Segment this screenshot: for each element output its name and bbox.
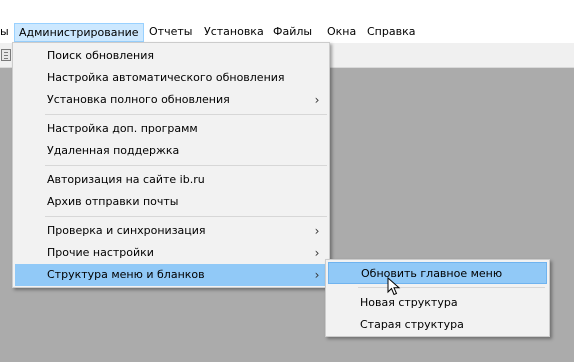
menu-windows[interactable]: Окна <box>323 23 360 42</box>
menu-item-extra-programs-settings[interactable]: Настройка доп. программ <box>15 118 327 140</box>
menu-item-label: Обновить главное меню <box>361 267 503 280</box>
menu-item-full-update-install[interactable]: Установка полного обновления › <box>15 89 327 111</box>
menu-item-label: Структура меню и бланков <box>47 268 205 281</box>
chevron-right-icon: › <box>314 268 320 282</box>
menu-help[interactable]: Справка <box>363 23 419 42</box>
menu-view[interactable]: ы <box>0 23 13 42</box>
menu-item-auto-update-settings[interactable]: Настройка автоматического обновления <box>15 67 327 89</box>
menu-install[interactable]: Установка <box>200 23 268 42</box>
menu-item-new-structure[interactable]: Новая структура <box>328 292 547 314</box>
menu-item-label: Старая структура <box>360 318 464 331</box>
list-icon[interactable] <box>1 49 11 61</box>
menu-item-check-sync[interactable]: Проверка и синхронизация › <box>15 220 327 242</box>
menu-item-label: Настройка доп. программ <box>47 122 198 135</box>
chevron-right-icon: › <box>314 93 320 107</box>
menu-files[interactable]: Файлы <box>269 23 316 42</box>
mouse-pointer-icon <box>387 277 401 296</box>
menu-administration[interactable]: Администрирование <box>14 23 144 42</box>
menu-item-label: Настройка автоматического обновления <box>47 71 285 84</box>
menu-item-refresh-main-menu[interactable]: Обновить главное меню <box>328 262 547 284</box>
menu-item-mail-archive[interactable]: Архив отправки почты <box>15 191 327 213</box>
menu-item-remote-support[interactable]: Удаленная поддержка <box>15 140 327 162</box>
menu-separator <box>45 216 327 217</box>
menu-item-old-structure[interactable]: Старая структура <box>328 314 547 336</box>
chevron-right-icon: › <box>314 224 320 238</box>
menu-item-label: Проверка и синхронизация <box>47 224 206 237</box>
menu-item-label: Авторизация на сайте ib.ru <box>47 173 205 186</box>
menu-item-label: Поиск обновления <box>47 49 155 62</box>
menu-item-menu-structure[interactable]: Структура меню и бланков › <box>15 264 327 286</box>
menu-item-label: Прочие настройки <box>47 246 154 259</box>
menu-bar: ы Администрирование Отчеты Установка Фай… <box>0 0 574 43</box>
menu-structure-submenu: Обновить главное меню Новая структура Ст… <box>325 259 550 337</box>
administration-menu: Поиск обновления Настройка автоматическо… <box>12 42 330 288</box>
menu-reports[interactable]: Отчеты <box>145 23 196 42</box>
chevron-right-icon: › <box>314 246 320 260</box>
menu-item-site-authorization[interactable]: Авторизация на сайте ib.ru <box>15 169 327 191</box>
menu-item-search-updates[interactable]: Поиск обновления <box>15 45 327 67</box>
menu-item-label: Новая структура <box>360 296 458 309</box>
menu-item-label: Установка полного обновления <box>47 93 230 106</box>
menu-item-other-settings[interactable]: Прочие настройки › <box>15 242 327 264</box>
menu-item-label: Удаленная поддержка <box>47 144 180 157</box>
menu-separator <box>45 165 327 166</box>
menu-item-label: Архив отправки почты <box>47 195 179 208</box>
menu-separator <box>45 114 327 115</box>
